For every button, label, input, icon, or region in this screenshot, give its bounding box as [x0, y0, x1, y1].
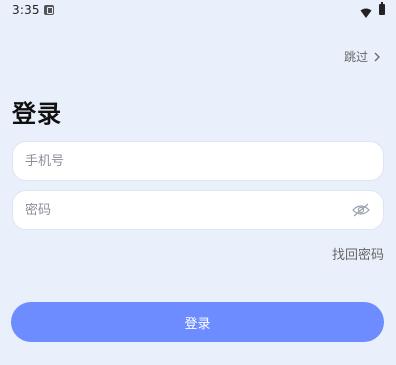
chevron-right-icon [374, 52, 380, 62]
wifi-icon [360, 4, 372, 18]
notification-icon [44, 5, 54, 15]
status-time: 3:35 [12, 3, 40, 17]
forgot-password-link[interactable]: 找回密码 [332, 244, 384, 263]
skip-button[interactable]: 跳过 [344, 48, 380, 65]
battery-icon [379, 2, 385, 15]
eye-off-icon[interactable] [351, 200, 371, 220]
phone-input[interactable] [25, 153, 371, 169]
page-title: 登录 [12, 100, 62, 128]
skip-label: 跳过 [343, 50, 368, 64]
password-input[interactable] [25, 202, 351, 218]
status-bar: 3:35 [0, 0, 396, 22]
password-field-container [12, 190, 384, 230]
login-button[interactable]: 登录 [11, 302, 384, 342]
phone-field-container [12, 141, 384, 181]
